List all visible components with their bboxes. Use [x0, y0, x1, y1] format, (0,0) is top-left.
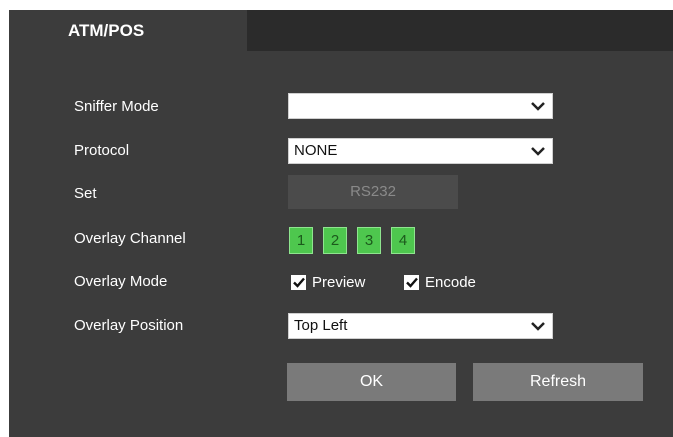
chevron-down-icon [531, 147, 545, 156]
protocol-select[interactable]: NONE [288, 138, 553, 164]
channel-3-button[interactable]: 3 [357, 227, 381, 254]
overlay-position-label: Overlay Position [74, 317, 184, 334]
set-label: Set [74, 185, 97, 202]
overlay-position-value: Top Left [294, 317, 348, 334]
channel-4-button[interactable]: 4 [391, 227, 415, 254]
encode-checkbox[interactable]: Encode [404, 272, 476, 292]
sniffer-mode-label: Sniffer Mode [74, 98, 159, 115]
channel-1-button[interactable]: 1 [289, 227, 313, 254]
tab-bar: ATM/POS [9, 10, 673, 51]
preview-label: Preview [312, 273, 366, 291]
overlay-mode-label: Overlay Mode [74, 273, 168, 290]
atm-pos-panel: ATM/POS Sniffer Mode Protocol NONE Set R… [9, 10, 673, 437]
preview-checkbox[interactable]: Preview [291, 272, 365, 292]
rs232-button[interactable]: RS232 [288, 175, 458, 209]
ok-button[interactable]: OK [287, 363, 456, 401]
overlay-channel-label: Overlay Channel [74, 230, 186, 247]
refresh-button[interactable]: Refresh [473, 363, 643, 401]
chevron-down-icon [531, 322, 545, 331]
tab-atm-pos[interactable]: ATM/POS [9, 10, 247, 51]
overlay-position-select[interactable]: Top Left [288, 313, 553, 339]
checkbox-checked-icon [404, 274, 419, 290]
protocol-label: Protocol [74, 142, 130, 159]
encode-label: Encode [425, 273, 476, 291]
protocol-value: NONE [294, 142, 338, 159]
sniffer-mode-select[interactable] [288, 93, 553, 119]
channel-2-button[interactable]: 2 [323, 227, 347, 254]
checkbox-checked-icon [291, 274, 306, 290]
chevron-down-icon [531, 102, 545, 111]
